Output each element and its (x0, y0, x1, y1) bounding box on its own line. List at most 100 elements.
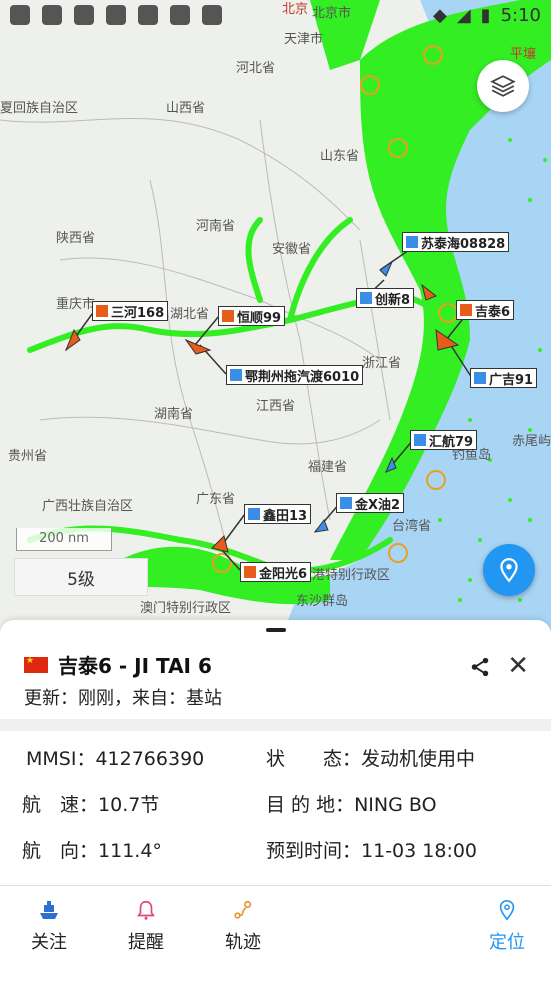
place-label: 东沙群岛 (296, 594, 349, 609)
close-icon: ✕ (507, 651, 529, 681)
signal-icon: ◢ (456, 4, 471, 26)
place-label: 广东省 (196, 492, 236, 507)
map-view[interactable]: ◆ ◢ ▮ 5:10 北京 北京市 天津市 河北省 夏回族自治区 山西省 山东省… (0, 0, 551, 640)
update-info: 更新：刚刚，来自：基站 (24, 688, 222, 709)
speed-label: 航 速： (22, 794, 99, 816)
course-label: 航 向： (22, 840, 99, 862)
place-label: 广西壮族自治区 (42, 499, 134, 514)
tab-label: 关注 (31, 932, 67, 953)
app-icon (74, 5, 94, 25)
zoom-level: 5级 (14, 558, 148, 596)
place-label: 天津市 (284, 32, 324, 47)
ship-label[interactable]: 金阳光6 (240, 562, 312, 582)
ship-label[interactable]: 苏泰海08828 (402, 232, 510, 252)
place-label: 山东省 (320, 149, 360, 164)
place-label: 湖北省 (170, 307, 210, 322)
clipboard-icon (138, 5, 158, 25)
locate-button[interactable] (483, 544, 535, 596)
ship-flag-icon (340, 497, 352, 509)
ship-label[interactable]: 广吉91 (470, 368, 538, 388)
ship-flag-icon (360, 292, 372, 304)
tab-label: 轨迹 (225, 932, 261, 953)
place-label: 港特别行政区 (312, 568, 391, 583)
tab-track[interactable]: 轨迹 (208, 898, 278, 954)
place-label: 北京 (282, 2, 309, 17)
app-icon (106, 5, 126, 25)
destination-row: 目 的 地：NING BO (266, 790, 437, 817)
course-value: 111.4° (98, 840, 162, 862)
ship-label[interactable]: 汇航79 (410, 430, 478, 450)
track-icon (234, 900, 252, 919)
place-label: 安徽省 (272, 242, 312, 257)
eta-value: 11-03 18:00 (361, 840, 478, 862)
ship-label[interactable]: 创新8 (356, 288, 415, 308)
ship-flag-icon (96, 305, 108, 317)
ship-flag-icon (222, 310, 234, 322)
status-label: 状 态： (266, 748, 362, 770)
speed-row: 航 速：10.7节 (22, 790, 159, 817)
brightness-icon (42, 5, 62, 25)
ship-label[interactable]: 金X油2 (336, 493, 405, 513)
eta-row: 预到时间：11-03 18:00 (266, 836, 477, 863)
ship-label[interactable]: 吉泰6 (456, 300, 515, 320)
place-label: 河北省 (236, 61, 276, 76)
place-label: 夏回族自治区 (0, 101, 79, 116)
place-label: 澳门特别行政区 (140, 601, 232, 616)
place-label: 福建省 (308, 460, 348, 475)
ship-label[interactable]: 鑫田13 (244, 504, 312, 524)
tab-label: 定位 (489, 932, 525, 953)
ship-flag-icon (230, 369, 242, 381)
place-label: 湖南省 (154, 407, 194, 422)
shop-icon (202, 5, 222, 25)
speed-value: 10.7节 (98, 794, 160, 816)
tab-locate[interactable]: 定位 (472, 898, 542, 954)
ship-label[interactable]: 恒顺99 (218, 306, 286, 326)
ship-flag-icon (460, 304, 472, 316)
bell-icon (137, 900, 155, 920)
ship-flag-icon (474, 372, 486, 384)
tab-reminder[interactable]: 提醒 (111, 898, 181, 954)
mmsi-value: 412766390 (95, 748, 205, 770)
bottom-tab-bar: 关注 提醒 轨迹 定位 (0, 885, 551, 982)
clock: 5:10 (500, 4, 541, 26)
ship-flag-icon (244, 566, 256, 578)
course-row: 航 向：111.4° (22, 836, 162, 863)
status-icons (10, 5, 222, 25)
place-label: 台湾省 (392, 519, 432, 534)
ship-flag-icon (248, 508, 260, 520)
ship-title-row: 吉泰6 - JI TAI 6 (24, 650, 212, 679)
destination-label: 目 的 地： (266, 794, 355, 816)
tab-label: 提醒 (128, 932, 164, 953)
close-button[interactable]: ✕ (507, 653, 529, 679)
place-label: 贵州省 (8, 449, 48, 464)
layers-button[interactable] (477, 60, 529, 112)
notification-icon (10, 5, 30, 25)
place-label: 山西省 (166, 101, 206, 116)
tab-follow[interactable]: 关注 (14, 898, 84, 954)
ship-icon (40, 901, 58, 919)
place-label: 江西省 (256, 399, 296, 414)
share-icon (471, 657, 489, 677)
mmsi-label: MMSI： (26, 748, 96, 770)
mmsi-row: MMSI：412766390 (26, 744, 204, 771)
place-label: 平壤 (510, 47, 537, 62)
china-flag-icon (24, 656, 48, 673)
ship-flag-icon (406, 236, 418, 248)
place-label: 重庆市 (56, 297, 96, 312)
status-value: 发动机使用中 (361, 748, 476, 770)
share-button[interactable] (469, 656, 491, 682)
place-label: 北京市 (312, 6, 352, 21)
eta-label: 预到时间： (266, 840, 362, 862)
location-pin-icon (500, 558, 518, 583)
ship-flag-icon (414, 434, 426, 446)
grid-icon (170, 5, 190, 25)
location-pin-icon (499, 900, 515, 921)
ship-label[interactable]: 三河168 (92, 301, 169, 321)
drag-handle[interactable] (266, 628, 286, 632)
layers-icon (490, 75, 516, 97)
wifi-icon: ◆ (432, 4, 447, 26)
status-row: 状 态：发动机使用中 (266, 744, 475, 771)
ship-label[interactable]: 鄂荆州拖汽渡6010 (226, 365, 364, 385)
place-label: 河南省 (196, 219, 236, 234)
divider (0, 719, 551, 731)
